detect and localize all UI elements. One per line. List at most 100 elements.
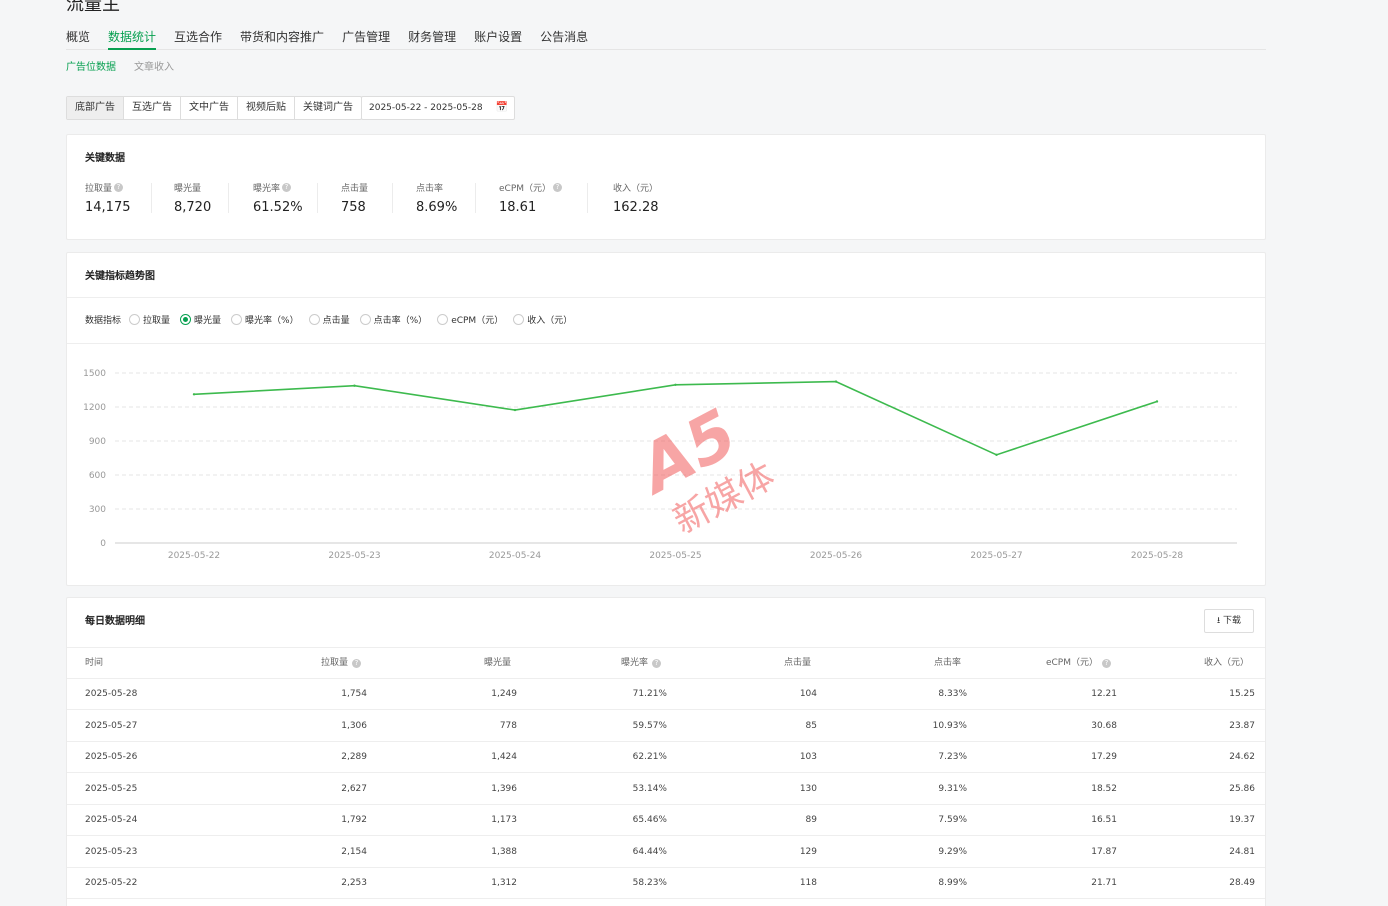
table-cell: 59.57% <box>632 720 667 731</box>
data-point[interactable] <box>192 393 196 396</box>
daily-card: 每日数据明细 ⭳ 下载 时间 拉取量? 曝光量 曝光率? 点击量 点击率 eCPM（元）? 收… <box>66 597 1266 906</box>
kpi-label-row: 曝光量 <box>174 181 211 194</box>
ad-type-option[interactable]: 互选广告 <box>124 97 181 119</box>
nav-tab[interactable]: 公告消息 <box>540 28 588 50</box>
kpi-label: 点击量 <box>341 184 369 194</box>
trend-card: 关键指标趋势图 数据指标 拉取量 曝光量 曝光率（%） 点击量 点击率（%） eCPM（元… <box>66 252 1266 586</box>
kpi-label-row: 点击量 <box>341 181 368 194</box>
metric-option[interactable]: 点击率（%） <box>359 313 428 326</box>
x-tick-label: 2025-05-27 <box>970 551 1022 561</box>
table-row: 2025-05-27 1,306 778 59.57% 85 10.93% 30.68 23.… <box>67 711 1265 742</box>
help-icon[interactable]: ? <box>352 659 361 668</box>
kpi-separator <box>228 183 229 213</box>
table-cell: 1,312 <box>491 878 517 888</box>
download-button[interactable]: ⭳ 下载 <box>1204 609 1254 633</box>
radio-button[interactable] <box>359 314 371 325</box>
table-cell: 2,253 <box>341 878 367 888</box>
table-cell: 8.33% <box>938 689 967 699</box>
daily-title: 每日数据明细 <box>85 616 145 627</box>
table-cell: 104 <box>799 689 817 699</box>
data-point[interactable] <box>353 384 356 387</box>
metric-option-label: eCPM（元） <box>451 316 504 326</box>
help-icon[interactable]: ? <box>114 183 124 192</box>
metric-option[interactable]: 拉取量 <box>129 313 170 326</box>
table-cell: 1,396 <box>491 783 517 794</box>
nav-tab[interactable]: 带货和内容推广 <box>240 28 324 50</box>
help-icon[interactable]: ? <box>1102 659 1111 668</box>
radio-button[interactable] <box>513 314 525 325</box>
table-cell: 17.29 <box>1091 752 1117 762</box>
table-cell: 28.49 <box>1229 878 1255 888</box>
table-row: 2025-05-22 2,253 1,312 58.23% 118 8.99% 21.71 2… <box>67 868 1265 899</box>
x-tick-label: 2025-05-23 <box>328 551 380 561</box>
trend-title: 关键指标趋势图 <box>85 271 155 282</box>
kpi-value: 8.69% <box>416 200 458 215</box>
kpi-item: 收入（元） 162.28 <box>613 181 659 215</box>
radio-button[interactable] <box>231 314 243 325</box>
table-cell: 58.23% <box>632 878 667 888</box>
divider <box>67 297 1265 298</box>
nav-tab[interactable]: 数据统计 <box>108 28 157 50</box>
kpi-item: 曝光率? 61.52% <box>253 181 303 215</box>
nav-tab[interactable]: 互选合作 <box>174 28 222 50</box>
kpi-item: 拉取量? 14,175 <box>85 181 131 215</box>
table-cell: 53.14% <box>632 783 667 794</box>
metric-option[interactable]: 点击量 <box>308 313 350 326</box>
radio-button[interactable] <box>437 314 449 325</box>
table-cell: 10.93% <box>932 720 967 731</box>
nav-tab[interactable]: 财务管理 <box>408 28 456 50</box>
metric-option-label: 点击率（%） <box>373 316 428 326</box>
subnav-tab[interactable]: 文章收入 <box>134 58 174 73</box>
data-point[interactable] <box>1155 400 1159 403</box>
data-point[interactable] <box>834 380 838 383</box>
ad-type-option[interactable]: 视频后贴 <box>238 97 295 119</box>
calendar-icon[interactable]: 📅 <box>496 97 508 119</box>
help-icon[interactable]: ? <box>282 183 292 192</box>
table-cell: 130 <box>799 783 817 794</box>
y-tick-label: 300 <box>89 505 106 515</box>
data-point[interactable] <box>513 408 517 412</box>
table-cell: 89 <box>805 815 817 825</box>
kpi-item: 点击量 758 <box>341 181 368 215</box>
main-nav: 概览 数据统计 互选合作 带货和内容推广 广告管理 财务管理 账户设置 公告消息 <box>66 28 1266 50</box>
kpi-label: 曝光量 <box>174 184 202 194</box>
metric-option-label: 曝光量 <box>194 316 222 326</box>
table-cell: 2025-05-22 <box>85 878 138 888</box>
table-cell: 2025-05-27 <box>85 720 138 731</box>
help-icon[interactable]: ? <box>553 183 563 192</box>
help-icon[interactable]: ? <box>652 659 661 668</box>
nav-tab[interactable]: 概览 <box>66 28 90 50</box>
metric-label: 数据指标 <box>85 316 122 326</box>
nav-tab[interactable]: 广告管理 <box>342 28 390 50</box>
subnav-tab[interactable]: 广告位数据 <box>66 58 116 73</box>
metric-selector: 数据指标 拉取量 曝光量 曝光率（%） 点击量 点击率（%） eCPM（元） 收入（元） <box>85 313 582 326</box>
x-tick-label: 2025-05-22 <box>168 551 220 561</box>
table-cell: 2,154 <box>341 846 367 857</box>
table-cell: 30.68 <box>1091 720 1117 731</box>
ad-type-option[interactable]: 文中广告 <box>181 97 238 119</box>
x-tick-label: 2025-05-24 <box>489 551 542 561</box>
metric-option[interactable]: 曝光量 <box>180 313 221 326</box>
metric-option[interactable]: 曝光率（%） <box>231 313 299 326</box>
app-title: 流量主 <box>66 0 120 15</box>
metric-option[interactable]: 收入（元） <box>513 313 572 326</box>
radio-button[interactable] <box>129 314 141 325</box>
table-cell: 71.21% <box>632 689 667 699</box>
data-point[interactable] <box>674 383 677 386</box>
key-data-card: 关键数据 拉取量? 14,175 曝光量 8,720 曝光率? 61.52% 点击量 758 点… <box>66 134 1266 240</box>
date-range-picker[interactable]: 2025-05-22 - 2025-05-28 📅 <box>361 96 515 120</box>
table-cell: 9.29% <box>938 846 967 857</box>
table-cell: 1,424 <box>491 752 517 762</box>
data-point[interactable] <box>995 453 998 457</box>
column-header-label: 点击量 <box>783 658 811 668</box>
kpi-label-row: 收入（元） <box>613 181 659 194</box>
radio-button[interactable] <box>308 314 320 325</box>
y-tick-label: 1500 <box>83 369 106 379</box>
metric-option[interactable]: eCPM（元） <box>437 313 503 326</box>
column-header: eCPM（元）? <box>1046 648 1111 679</box>
nav-tab[interactable]: 账户设置 <box>474 28 522 50</box>
ad-type-option[interactable]: 关键词广告 <box>295 97 361 119</box>
table-row: 2025-05-25 2,627 1,396 53.14% 130 9.31% 18.52 2… <box>67 774 1265 805</box>
ad-type-option[interactable]: 底部广告 <box>67 97 124 119</box>
radio-button[interactable] <box>180 314 192 325</box>
